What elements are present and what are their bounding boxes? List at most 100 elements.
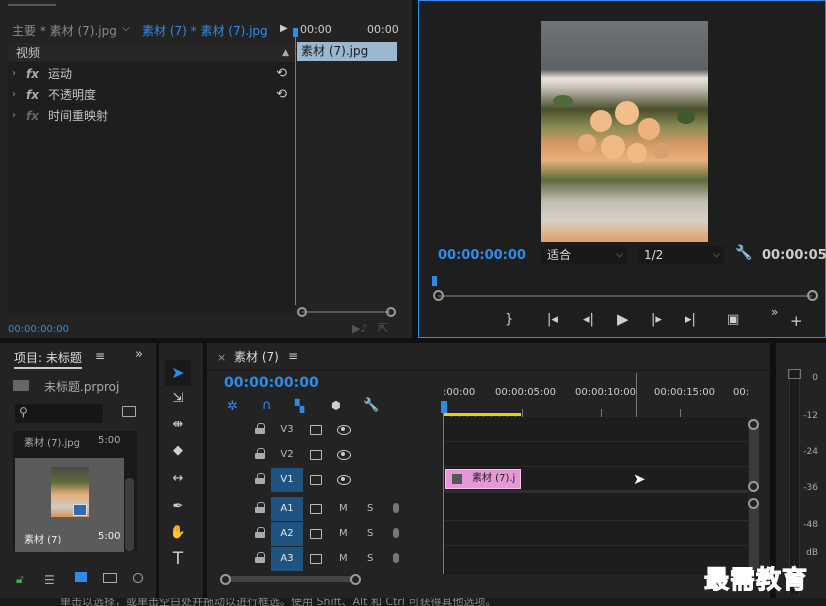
scroll-handle-left[interactable] (433, 290, 444, 301)
effect-clip-bar[interactable]: 素材 (7).jpg (297, 42, 397, 61)
play-only-icon[interactable]: ▶ (280, 23, 288, 34)
sync-lock-icon[interactable] (310, 504, 322, 514)
mic-icon[interactable] (393, 528, 399, 538)
panel-menu-icon[interactable]: ≡ (95, 349, 105, 363)
track-v3[interactable]: V3 (207, 418, 443, 442)
step-forward-icon[interactable]: |▸ (651, 312, 662, 328)
solo-button[interactable]: S (367, 522, 373, 546)
project-title[interactable]: 项目: 未标题 (14, 349, 82, 369)
chevron-right-icon[interactable]: › (12, 106, 16, 126)
effect-playhead-handle[interactable] (293, 28, 298, 37)
lock-icon[interactable] (255, 527, 265, 538)
video-vscroll[interactable] (749, 423, 759, 487)
track-name[interactable]: V3 (271, 418, 303, 442)
mic-icon[interactable] (393, 553, 399, 563)
type-tool-icon[interactable]: T (167, 551, 189, 568)
hand-tool-icon[interactable]: ✋ (167, 525, 189, 541)
chevron-right-icon[interactable]: › (12, 85, 16, 105)
time-ruler[interactable]: :00:00 00:00:05:00 00:00:10:00 00:00:15:… (443, 371, 753, 417)
track-name[interactable]: A3 (271, 547, 303, 571)
scroll-handle-top[interactable] (748, 498, 759, 509)
sync-lock-icon[interactable] (310, 450, 322, 460)
track-a3[interactable]: A3 M S (207, 547, 443, 571)
track-select-tool-icon[interactable]: ⇲ (167, 391, 189, 407)
project-search-input[interactable]: ⚲ (15, 404, 103, 423)
collapse-up-icon[interactable]: ▲ (282, 43, 289, 63)
more-controls-icon[interactable]: » (771, 304, 778, 320)
eye-icon[interactable] (337, 425, 351, 435)
sync-lock-icon[interactable] (310, 425, 322, 435)
new-bin-icon[interactable] (122, 406, 136, 417)
pen-tool-icon[interactable]: ✒ (167, 499, 189, 515)
program-playhead[interactable] (432, 276, 437, 286)
slip-tool-icon[interactable]: ↔ (167, 471, 189, 487)
effect-row-motion[interactable]: › fx 运动 ⟲ (8, 64, 295, 84)
project-item-name[interactable]: 素材 (7).jpg (24, 434, 80, 449)
scroll-handle-right[interactable] (350, 574, 361, 585)
sequence-clip-tab[interactable]: 素材 (7) * 素材 (7).jpg (142, 21, 272, 42)
program-scrub-bar[interactable] (438, 295, 812, 297)
fx-icon[interactable]: fx (26, 106, 39, 126)
reset-icon[interactable]: ⟲ (276, 64, 287, 84)
program-timecode[interactable]: 00:00:00:00 (438, 248, 526, 263)
razor-tool-icon[interactable]: ◆ (167, 443, 189, 459)
nest-toggle-icon[interactable]: ✲ (227, 399, 238, 414)
lock-icon[interactable]: 🔓︎ (16, 572, 24, 587)
track-area[interactable]: 素材 (7).j (443, 417, 748, 575)
effect-timecode[interactable]: 00:00:00:00 (8, 324, 69, 335)
eye-icon[interactable] (337, 450, 351, 460)
close-icon[interactable]: × (217, 351, 226, 364)
play-audio-icon[interactable]: ▶♪ (352, 322, 367, 335)
scroll-handle-top[interactable] (748, 419, 759, 430)
timeline-timecode[interactable]: 00:00:00:00 (224, 375, 319, 391)
list-view-icon[interactable]: ☰ (44, 573, 55, 587)
track-v1[interactable]: V1 (207, 468, 443, 492)
export-frame-icon[interactable]: ▣ (727, 312, 739, 328)
lock-icon[interactable] (255, 448, 265, 459)
project-scrollbar[interactable] (125, 478, 134, 551)
fx-icon[interactable]: fx (26, 85, 39, 105)
more-panels-icon[interactable]: » (135, 347, 143, 362)
effect-row-time-remap[interactable]: › fx 时间重映射 (8, 106, 295, 126)
icon-view-icon[interactable] (75, 572, 87, 582)
timeline-clip[interactable]: 素材 (7).j (445, 469, 521, 489)
lock-icon[interactable] (255, 502, 265, 513)
track-name[interactable]: V2 (271, 443, 303, 467)
source-clip-tab[interactable]: 主要 * 素材 (7).jpg (0, 21, 122, 42)
sync-lock-icon[interactable] (310, 475, 322, 485)
wrench-icon[interactable]: 🔧 (363, 398, 379, 413)
effect-playhead[interactable] (295, 28, 296, 305)
lock-icon[interactable] (255, 552, 265, 563)
track-name[interactable]: A1 (271, 497, 303, 521)
track-name[interactable]: V1 (271, 468, 303, 492)
sequence-tab[interactable]: 素材 (7) (234, 348, 279, 365)
snap-icon[interactable]: ∩ (262, 398, 272, 413)
scroll-handle-right[interactable] (386, 307, 396, 317)
eye-icon[interactable] (337, 475, 351, 485)
sync-lock-icon[interactable] (310, 529, 322, 539)
track-v2[interactable]: V2 (207, 443, 443, 467)
fit-select[interactable]: 适合 ⌵ (541, 246, 627, 264)
scroll-handle-left[interactable] (297, 307, 307, 317)
timeline-playhead-handle[interactable] (441, 401, 447, 413)
track-a1[interactable]: A1 M S (207, 497, 443, 521)
scroll-handle-bottom[interactable] (748, 481, 759, 492)
play-icon[interactable]: ▶ (617, 311, 629, 327)
step-back-icon[interactable]: ◂| (583, 312, 594, 328)
mic-icon[interactable] (393, 503, 399, 513)
work-area-bar[interactable] (443, 413, 521, 416)
mute-button[interactable]: M (339, 522, 348, 546)
track-name[interactable]: A2 (271, 522, 303, 546)
effect-zoom-scrollbar[interactable] (302, 311, 390, 313)
effect-row-opacity[interactable]: › fx 不透明度 ⟲ (8, 85, 295, 105)
go-to-in-icon[interactable]: |◂ (547, 312, 558, 328)
timeline-playhead[interactable] (443, 401, 444, 574)
solo-button[interactable]: S (367, 547, 373, 571)
scroll-handle-right[interactable] (807, 290, 818, 301)
add-marker-icon[interactable]: ⬢ (331, 399, 341, 412)
reset-icon[interactable]: ⟲ (276, 85, 287, 105)
freeform-view-icon[interactable] (103, 573, 117, 583)
lock-icon[interactable] (255, 473, 265, 484)
export-icon[interactable]: ⇱ (378, 321, 388, 335)
resolution-select[interactable]: 1/2 ⌵ (638, 246, 724, 264)
